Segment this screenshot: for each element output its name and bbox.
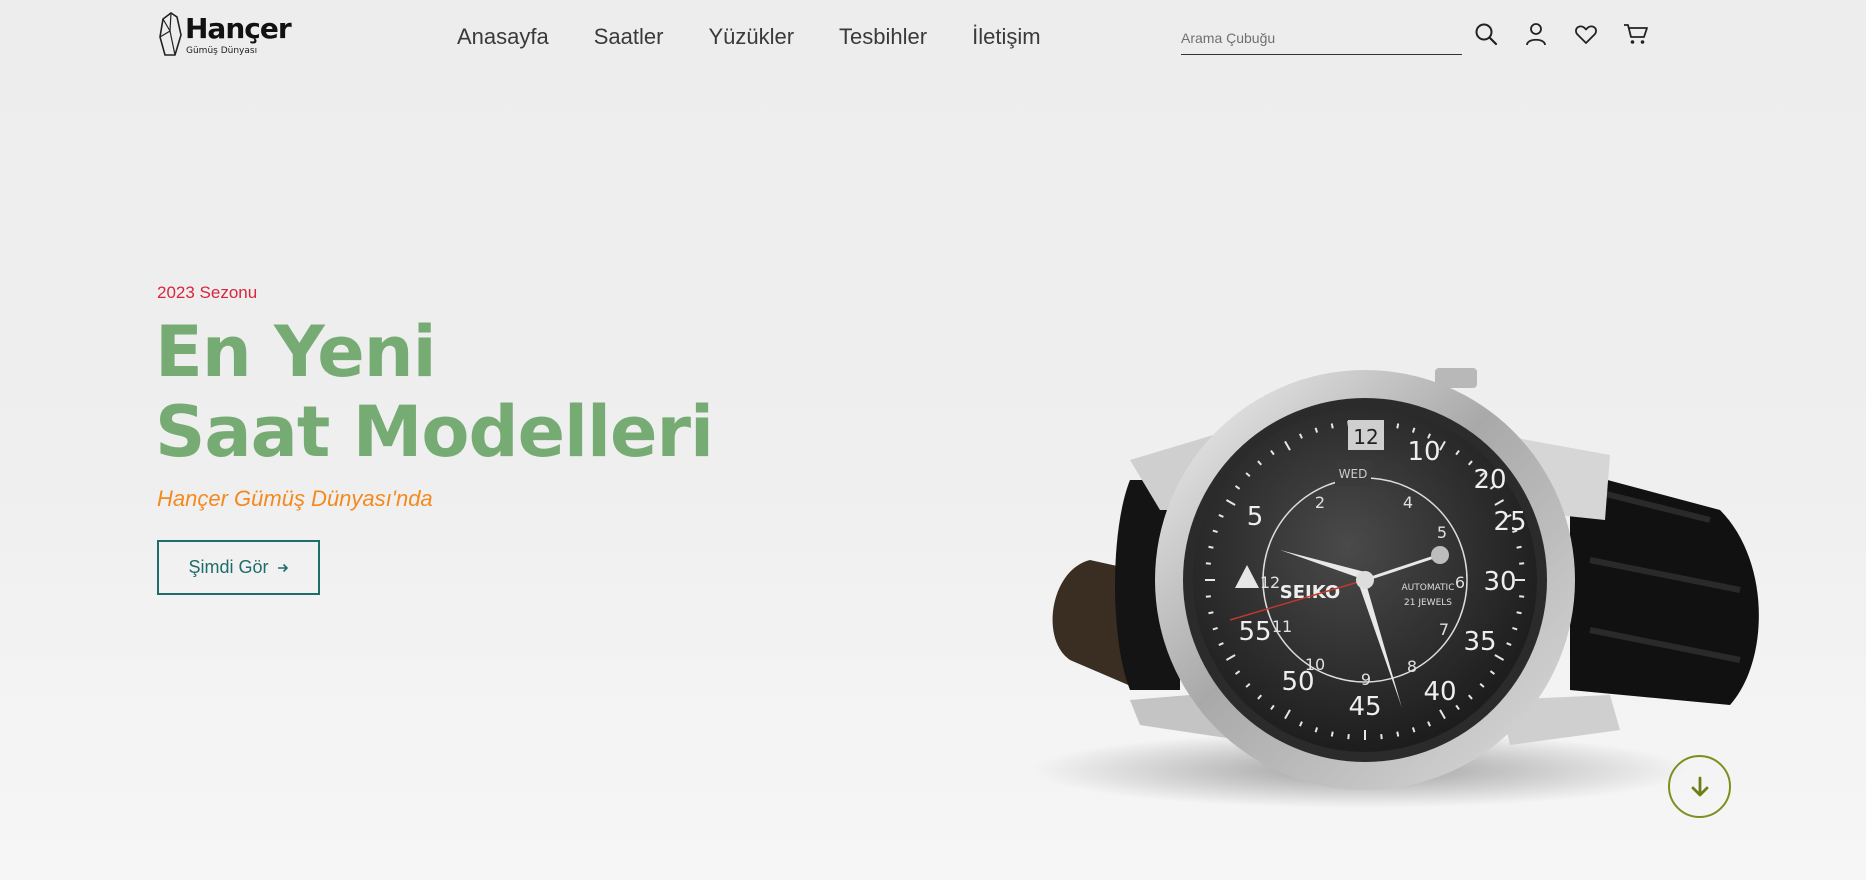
watch-inner-6: 6 — [1455, 573, 1465, 592]
watch-day: WED — [1339, 467, 1368, 481]
watch-outer-45: 45 — [1348, 692, 1381, 722]
search-bar — [1181, 24, 1462, 55]
watch-outer-40: 40 — [1423, 677, 1456, 707]
watch-inner-5: 5 — [1437, 523, 1447, 542]
watch-outer-10: 10 — [1407, 437, 1440, 467]
nav-item-anasayfa[interactable]: Anasayfa — [457, 24, 549, 50]
nav-item-saatler[interactable]: Saatler — [594, 24, 664, 50]
watch-tick — [1205, 562, 1211, 565]
watch-tick — [1208, 611, 1214, 615]
brand-name: Hançer — [185, 12, 292, 45]
watch-tick — [1519, 562, 1525, 565]
arrow-right-icon — [277, 563, 288, 572]
watch-outer-55: 55 — [1238, 617, 1271, 647]
scroll-down-button[interactable] — [1668, 755, 1731, 818]
watch-outer-5: 5 — [1247, 502, 1264, 532]
brand-logo[interactable]: Hançer Gümüş Dünyası — [157, 11, 297, 59]
watch-tick — [1396, 731, 1400, 737]
watch-outer-20: 20 — [1473, 465, 1506, 495]
user-icon[interactable] — [1523, 21, 1549, 47]
cart-icon[interactable] — [1623, 21, 1649, 47]
watch-inner-8: 8 — [1407, 657, 1417, 676]
watch-outer-30: 30 — [1483, 567, 1516, 597]
watch-tick — [1330, 423, 1334, 429]
watch-tick — [1396, 423, 1400, 429]
nav-item-yuzukler[interactable]: Yüzükler — [708, 24, 794, 50]
watch-tick — [1516, 611, 1522, 615]
watch-tick — [1519, 595, 1525, 598]
search-input[interactable] — [1181, 24, 1462, 52]
hero-title-line-1: En Yeni — [155, 311, 437, 393]
nav-item-iletisim[interactable]: İletişim — [972, 24, 1040, 50]
watch-inner-12: 12 — [1260, 573, 1280, 592]
header-actions — [1473, 21, 1649, 47]
watch-inner-7: 7 — [1439, 620, 1449, 639]
nav-item-tesbihler[interactable]: Tesbihler — [839, 24, 927, 50]
main-nav: Anasayfa Saatler Yüzükler Tesbihler İlet… — [457, 24, 1041, 50]
hero-title-line-2: Saat Modelleri — [155, 391, 714, 473]
brand-tagline: Gümüş Dünyası — [186, 46, 258, 56]
watch-inner-9: 9 — [1361, 670, 1371, 689]
watch-tick — [1208, 545, 1214, 549]
watch-tick — [1330, 731, 1334, 737]
watch-jewels: 21 JEWELS — [1404, 598, 1452, 608]
watch-automatic: AUTOMATIC — [1402, 583, 1455, 593]
watch-date: 12 — [1353, 425, 1378, 449]
watch-inner-2: 2 — [1315, 493, 1325, 512]
search-icon[interactable] — [1473, 21, 1499, 47]
crystal-logo-icon — [159, 12, 182, 56]
watch-inner-10: 10 — [1305, 655, 1325, 674]
watch-outer-25: 25 — [1493, 507, 1526, 537]
watch-inner-4: 4 — [1403, 493, 1413, 512]
watch-inner-11: 11 — [1272, 617, 1292, 636]
watch-tick — [1380, 734, 1383, 740]
heart-icon[interactable] — [1573, 21, 1599, 47]
watch-tick — [1347, 734, 1350, 740]
watch-outer-35: 35 — [1463, 627, 1496, 657]
arrow-down-icon — [1691, 776, 1708, 796]
watch-tick — [1205, 595, 1211, 598]
shop-now-button[interactable]: Şimdi Gör — [157, 540, 320, 595]
hero-eyebrow: 2023 Sezonu — [157, 283, 258, 302]
watch-brand: SEIKO — [1280, 582, 1340, 603]
shop-now-label: Şimdi Gör — [188, 557, 269, 577]
hero-title: En Yeni Saat Modelleri — [155, 311, 714, 473]
hero-subtitle: Hançer Gümüş Dünyası'nda — [157, 486, 433, 511]
watch-tick — [1516, 545, 1522, 549]
